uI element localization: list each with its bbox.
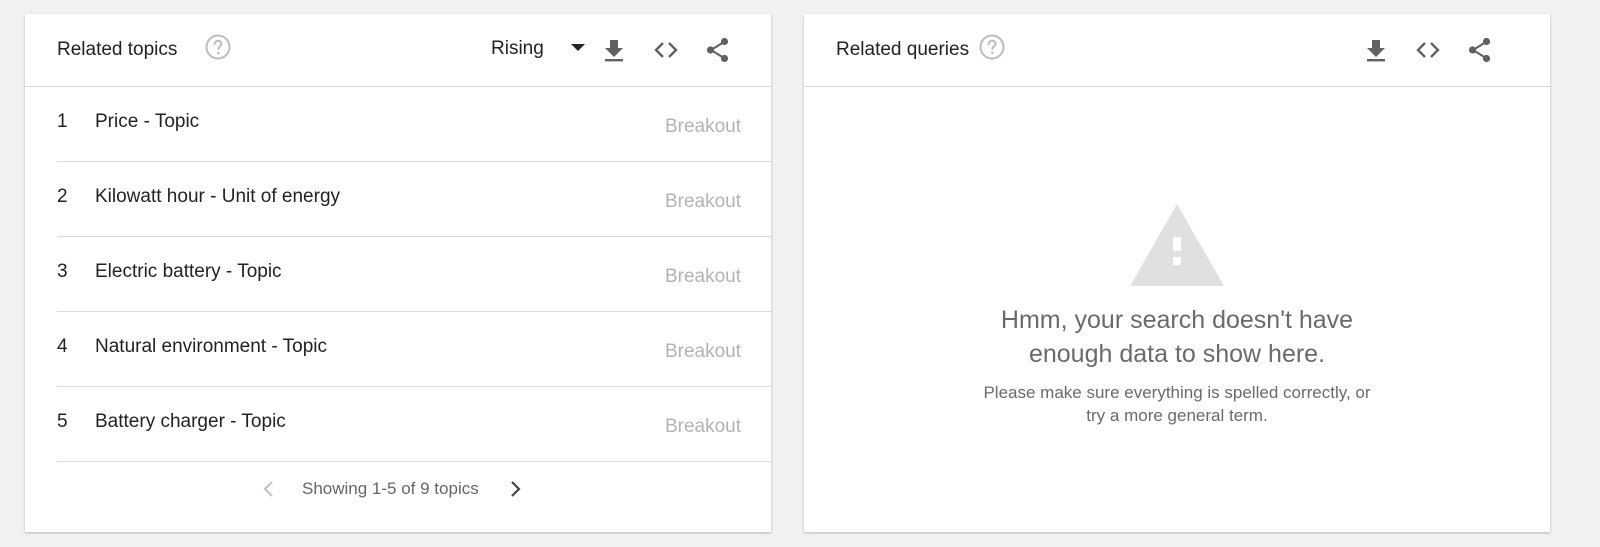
topic-rank: 1 bbox=[57, 111, 68, 132]
topic-label[interactable]: Battery charger - Topic bbox=[95, 411, 286, 433]
topic-rank: 4 bbox=[57, 336, 68, 357]
warning-icon bbox=[1130, 204, 1224, 286]
help-circle-icon[interactable] bbox=[205, 34, 231, 60]
topic-label[interactable]: Price - Topic bbox=[95, 111, 199, 133]
topic-rank: 5 bbox=[57, 411, 68, 432]
caret-down-icon bbox=[571, 44, 585, 51]
topic-row[interactable]: 2 Kilowatt hour - Unit of energy Breakou… bbox=[57, 162, 771, 237]
topic-label[interactable]: Natural environment - Topic bbox=[95, 336, 327, 358]
download-icon[interactable] bbox=[600, 36, 628, 64]
embed-code-icon[interactable] bbox=[1414, 36, 1442, 64]
share-icon[interactable] bbox=[704, 36, 732, 64]
topics-pager: Showing 1-5 of 9 topics bbox=[25, 469, 771, 509]
pager-status: Showing 1-5 of 9 topics bbox=[302, 479, 479, 498]
topics-filter-selected: Rising bbox=[491, 38, 544, 59]
topic-label[interactable]: Electric battery - Topic bbox=[95, 261, 282, 283]
chevron-right-icon[interactable] bbox=[503, 477, 527, 501]
topics-filter-dropdown[interactable]: Rising bbox=[491, 34, 591, 64]
topic-value: Breakout bbox=[664, 416, 741, 437]
topic-value: Breakout bbox=[664, 116, 741, 137]
empty-state-title: Hmm, your search doesn't have enough dat… bbox=[804, 303, 1550, 371]
topic-rank: 2 bbox=[57, 186, 68, 207]
embed-code-icon[interactable] bbox=[652, 36, 680, 64]
topic-value: Breakout bbox=[664, 191, 741, 212]
empty-state: Hmm, your search doesn't have enough dat… bbox=[804, 87, 1550, 532]
related-topics-list: 1 Price - Topic Breakout 2 Kilowatt hour… bbox=[57, 87, 771, 462]
topic-row[interactable]: 4 Natural environment - Topic Breakout bbox=[57, 312, 771, 387]
topic-value: Breakout bbox=[664, 266, 741, 287]
empty-state-subtitle: Please make sure everything is spelled c… bbox=[804, 381, 1550, 427]
related-queries-title: Related queries bbox=[836, 39, 970, 60]
help-circle-icon[interactable] bbox=[979, 34, 1005, 60]
chevron-left-icon[interactable] bbox=[257, 477, 281, 501]
empty-state-title-line: Hmm, your search doesn't have bbox=[1000, 306, 1354, 334]
empty-state-subtitle-line: try a more general term. bbox=[1086, 406, 1268, 425]
empty-state-title-line: enough data to show here. bbox=[1028, 340, 1326, 368]
related-topics-header: Related topics Rising bbox=[25, 14, 771, 87]
download-icon[interactable] bbox=[1362, 36, 1390, 64]
topic-row[interactable]: 3 Electric battery - Topic Breakout bbox=[57, 237, 771, 312]
related-topics-title: Related topics bbox=[57, 39, 178, 60]
topic-value: Breakout bbox=[664, 341, 741, 362]
empty-state-subtitle-line: Please make sure everything is spelled c… bbox=[983, 383, 1371, 402]
topic-row[interactable]: 5 Battery charger - Topic Breakout bbox=[57, 387, 771, 462]
related-topics-card: Related topics Rising 1 Price - Topic Br… bbox=[25, 14, 771, 532]
related-queries-header: Related queries bbox=[804, 14, 1550, 87]
topic-rank: 3 bbox=[57, 261, 68, 282]
related-queries-card: Related queries Hmm, your search doesn't… bbox=[804, 14, 1550, 532]
topic-row[interactable]: 1 Price - Topic Breakout bbox=[57, 87, 771, 162]
topic-label[interactable]: Kilowatt hour - Unit of energy bbox=[95, 186, 340, 208]
share-icon[interactable] bbox=[1466, 36, 1494, 64]
